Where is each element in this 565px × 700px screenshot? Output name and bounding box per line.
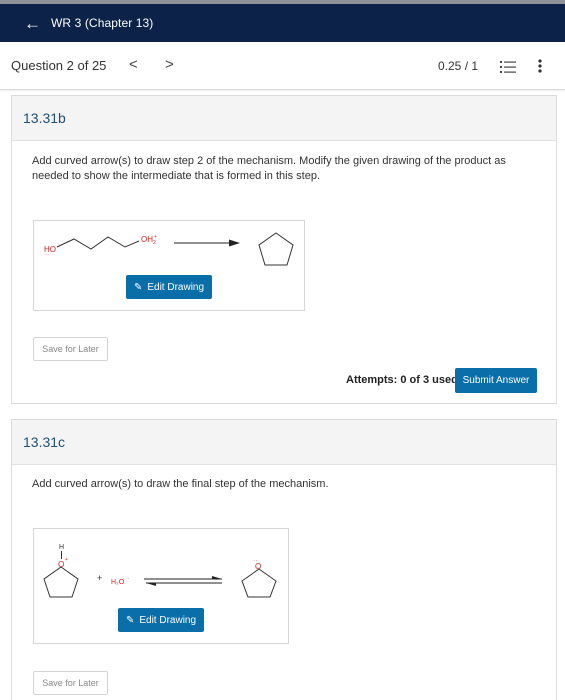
more-options-icon[interactable] xyxy=(536,58,544,74)
product-lone-pair: ·· xyxy=(254,558,258,564)
protonated-ring xyxy=(43,566,79,598)
lone-pair-dots: ·· xyxy=(45,252,49,258)
assignment-header: ← WR 3 (Chapter 13) xyxy=(0,4,565,42)
submit-answer-button[interactable]: Submit Answer xyxy=(455,368,537,393)
water-lone-pair: ·· xyxy=(126,576,130,582)
edit-drawing-button[interactable]: ✎ Edit Drawing xyxy=(118,608,204,632)
edit-drawing-button[interactable]: ✎ Edit Drawing xyxy=(126,275,212,299)
question-card-13-31c: 13.31c Add curved arrow(s) to draw the f… xyxy=(11,419,557,700)
assignment-title: WR 3 (Chapter 13) xyxy=(51,16,154,30)
water-label: H₂O xyxy=(111,579,125,586)
question-id: 13.31b xyxy=(23,110,66,126)
question-nav-bar: Question 2 of 25 < > 0.25 / 1 xyxy=(0,42,565,90)
tetrahydrofuran-ring xyxy=(241,568,277,598)
plus-sign: + xyxy=(97,573,102,583)
question-card-header: 13.31c xyxy=(12,420,556,465)
question-prompt: Add curved arrow(s) to draw the final st… xyxy=(32,478,329,490)
attempts-counter: Attempts: 0 of 3 used xyxy=(346,374,458,386)
question-card-13-31b: 13.31b Add curved arrow(s) to draw step … xyxy=(11,95,557,404)
reaction-arrow-head xyxy=(229,239,240,247)
question-prompt: Add curved arrow(s) to draw step 2 of th… xyxy=(32,155,506,182)
score-display: 0.25 / 1 xyxy=(438,59,479,73)
plus-charge: + xyxy=(154,234,157,240)
carbon-chain xyxy=(56,236,140,250)
question-id: 13.31c xyxy=(23,434,66,450)
save-for-later-button[interactable]: Save for Later xyxy=(33,337,108,361)
next-question-button[interactable]: > xyxy=(165,56,174,73)
hydrogen-label: H xyxy=(59,544,64,551)
plus-charge: + xyxy=(65,557,68,563)
oxonium-label: OH xyxy=(141,235,153,244)
pencil-icon: ✎ xyxy=(133,281,143,293)
question-list-icon[interactable] xyxy=(500,60,516,74)
question-counter: Question 2 of 25 xyxy=(11,58,107,73)
pencil-icon: ✎ xyxy=(125,614,135,626)
save-for-later-button[interactable]: Save for Later xyxy=(33,671,108,695)
question-card-header: 13.31b xyxy=(12,96,556,141)
arrow-left-icon[interactable]: ← xyxy=(24,15,41,32)
previous-question-button[interactable]: < xyxy=(129,56,138,73)
cyclopentane-ring xyxy=(258,232,294,266)
subscript-2: 2 xyxy=(153,240,156,246)
